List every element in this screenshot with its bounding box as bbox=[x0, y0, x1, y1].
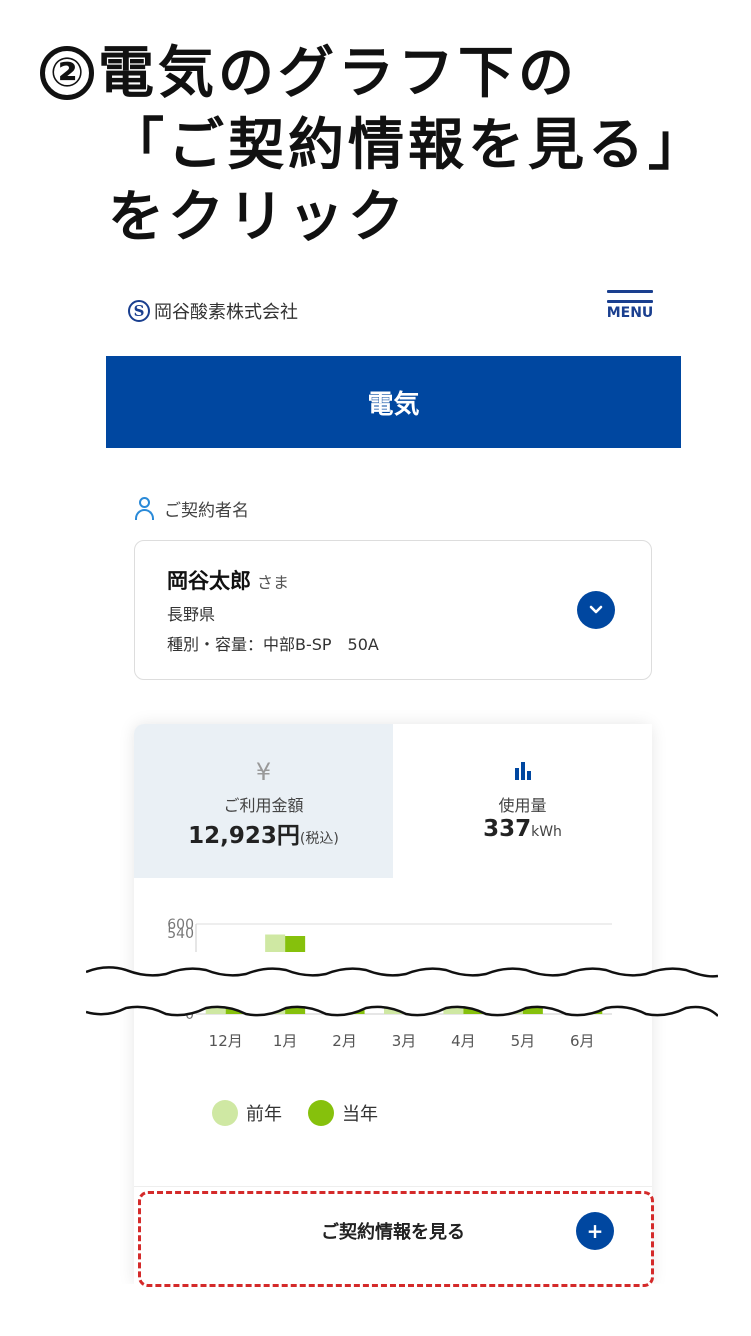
chart-legend: 前年 当年 bbox=[212, 1100, 378, 1126]
phone-screen: S 岡谷酸素株式会社 MENU 電気 ご契約者名 岡谷太郎 さま 長野県 種別・容… bbox=[106, 284, 681, 1284]
x-tick-label: 4月 bbox=[451, 1032, 476, 1050]
bar-chart-icon bbox=[393, 758, 652, 786]
x-tick-label: 5月 bbox=[511, 1032, 536, 1050]
click-target-highlight bbox=[138, 1191, 654, 1287]
honorific: さま bbox=[257, 573, 290, 592]
usage-label: 使用量 bbox=[498, 796, 547, 815]
instruction-line-3: をクリック bbox=[108, 185, 408, 250]
x-tick-label: 3月 bbox=[392, 1032, 417, 1050]
x-tick-label: 2月 bbox=[332, 1032, 357, 1050]
fee-value: 12,923円(税込) bbox=[188, 823, 339, 849]
step-number: ② bbox=[40, 46, 94, 100]
fee-label: ご利用金額 bbox=[223, 796, 304, 815]
contract-heading: ご契約者名 bbox=[134, 496, 249, 521]
yen-icon: ¥ bbox=[255, 758, 272, 786]
contract-prefecture: 長野県 bbox=[167, 605, 216, 624]
site-header: S 岡谷酸素株式会社 MENU bbox=[106, 284, 681, 356]
legend-this-year: 当年 bbox=[308, 1100, 378, 1126]
x-tick-label: 1月 bbox=[273, 1032, 298, 1050]
usage-value: 337kWh bbox=[483, 816, 562, 842]
x-tick-label: 6月 bbox=[570, 1032, 595, 1050]
instruction-line-2: 「ご契約情報を見る」 bbox=[108, 113, 708, 178]
company-logo[interactable]: S 岡谷酸素株式会社 bbox=[128, 298, 298, 324]
x-tick-label: 12月 bbox=[209, 1032, 243, 1050]
contract-kind: 種別・容量：中部B-SP 50A bbox=[167, 635, 379, 654]
person-icon bbox=[134, 496, 156, 521]
chevron-down-icon bbox=[589, 605, 603, 614]
company-name: 岡谷酸素株式会社 bbox=[154, 302, 298, 323]
menu-label: MENU bbox=[606, 305, 654, 321]
instruction-line-1: ② 電気のグラフ下の bbox=[40, 38, 740, 110]
legend-prev-year: 前年 bbox=[212, 1100, 282, 1126]
tab-usage[interactable]: 使用量 337kWh bbox=[393, 724, 652, 878]
contract-heading-label: ご契約者名 bbox=[164, 501, 249, 521]
menu-button[interactable]: MENU bbox=[605, 290, 655, 321]
hamburger-icon bbox=[607, 290, 653, 293]
logo-s-icon: S bbox=[128, 300, 150, 322]
contract-card[interactable]: 岡谷太郎 さま 長野県 種別・容量：中部B-SP 50A bbox=[134, 540, 652, 680]
contractor-name: 岡谷太郎 さま bbox=[167, 569, 290, 593]
break-wave-overlay bbox=[86, 966, 718, 1017]
divider bbox=[134, 1186, 652, 1187]
expand-button[interactable] bbox=[577, 591, 615, 629]
tab-fee[interactable]: ¥ ご利用金額 12,923円(税込) bbox=[134, 724, 393, 878]
page-title: 電気 bbox=[367, 389, 420, 420]
instruction-heading: ② 電気のグラフ下の 「ご契約情報を見る」 をクリック bbox=[40, 38, 740, 254]
y-tick-label: 540 bbox=[167, 926, 194, 942]
page-title-bar: 電気 bbox=[106, 356, 681, 448]
